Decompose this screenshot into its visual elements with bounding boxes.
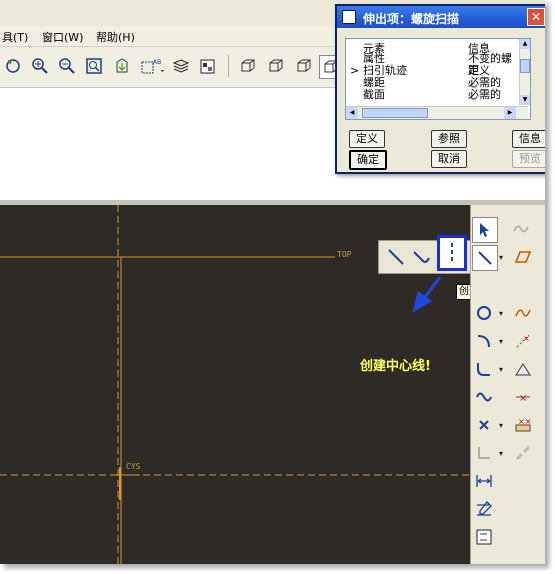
modify-icon[interactable] xyxy=(472,497,496,521)
arc-icon[interactable] xyxy=(472,329,496,353)
scroll-up-icon[interactable]: ▲ xyxy=(520,39,530,49)
line-tool-dropdown-icon[interactable]: ▾ xyxy=(499,253,503,262)
mirror-icon[interactable]: ×× xyxy=(511,413,535,437)
svg-text:××: ×× xyxy=(518,417,531,426)
horizontal-scrollbar[interactable]: ◀ ▶ xyxy=(346,106,528,119)
line-flyout xyxy=(378,235,472,274)
point-dropdown-icon[interactable]: ▾ xyxy=(499,421,503,430)
scroll-down-icon[interactable]: ▼ xyxy=(520,95,530,105)
list-item[interactable]: 截面 必需的 xyxy=(346,89,521,101)
line-icon[interactable] xyxy=(385,246,407,268)
fillet-dropdown-icon[interactable]: ▾ xyxy=(499,365,503,374)
sketch-orient-icon[interactable] xyxy=(111,55,133,77)
define-button[interactable]: 定义 xyxy=(349,130,385,148)
scroll-left-icon[interactable]: ◀ xyxy=(346,107,358,119)
layers-icon[interactable] xyxy=(170,55,192,77)
annotation-text: 创建中心线! xyxy=(360,359,431,374)
info-button[interactable]: 信息 xyxy=(512,130,545,148)
pointer-arrowhead xyxy=(412,291,432,313)
cys-label: CYS xyxy=(126,462,141,471)
svg-text:×: × xyxy=(523,334,530,343)
tangent-line-icon[interactable] xyxy=(411,246,433,268)
ok-button[interactable]: 确定 xyxy=(349,150,387,170)
arc-dropdown-icon[interactable]: ▾ xyxy=(499,337,503,346)
fillet-icon[interactable] xyxy=(472,357,496,381)
point-icon[interactable] xyxy=(472,413,496,437)
coordinate-dropdown-icon[interactable]: ▾ xyxy=(499,449,503,458)
sketcher-toolbar: ▾ ▾ ▾ × ▾ × ▾ ×× ▾ xyxy=(470,205,545,564)
measure-icon[interactable] xyxy=(511,357,535,381)
cube-wireframe-icon[interactable] xyxy=(237,55,259,77)
toolbar-separator xyxy=(228,55,229,77)
model-tree-icon[interactable] xyxy=(197,55,219,77)
scroll-right-icon[interactable]: ▶ xyxy=(504,107,516,119)
refer-button[interactable]: 参照 xyxy=(431,130,467,148)
select-arrow-icon[interactable] xyxy=(472,217,498,243)
parallelogram-icon[interactable] xyxy=(511,245,535,269)
circle-dropdown-icon[interactable]: ▾ xyxy=(499,309,503,318)
row-marker: > xyxy=(350,64,360,77)
spline-disabled-icon xyxy=(509,217,533,241)
cube-no-hidden-icon[interactable] xyxy=(293,55,315,77)
elements-list[interactable]: 元素 信息 属性 不变的螺距 > 扫引轨迹 定义 螺距 必需的 截面 必需的 ▲… xyxy=(345,38,531,120)
dialog-icon xyxy=(342,10,356,24)
svg-text:×: × xyxy=(519,393,527,404)
constraint-icon[interactable] xyxy=(472,525,496,549)
pointer-arrow xyxy=(423,276,442,298)
close-icon[interactable]: ✕ xyxy=(527,8,545,26)
zoom-in-icon[interactable] xyxy=(29,55,51,77)
centerline-icon[interactable] xyxy=(437,235,467,271)
cube-hidden-icon[interactable] xyxy=(265,55,287,77)
row-info: 必需的 xyxy=(468,88,501,101)
curve-icon[interactable] xyxy=(472,385,496,409)
helical-sweep-dialog: 伸出项：螺旋扫描 ✕ 元素 信息 属性 不变的螺距 > 扫引轨迹 定义 螺距 必… xyxy=(335,4,545,174)
top-datum-label: TOP xyxy=(337,250,352,259)
dialog-title: 伸出项：螺旋扫描 xyxy=(363,12,460,26)
app-window: 具(T) 窗口(W) 帮助(H) AB TOP CYS 创建中心线! ▾ ▾ ▾… xyxy=(0,0,545,564)
trim-icon[interactable]: × xyxy=(511,385,535,409)
dialog-titlebar: 伸出项：螺旋扫描 ✕ xyxy=(337,6,545,28)
dimension-icon[interactable] xyxy=(472,469,496,493)
horizontal-scroll-thumb[interactable] xyxy=(362,108,428,118)
line-tool-icon[interactable] xyxy=(472,245,498,271)
delete-segment-icon[interactable]: × xyxy=(511,329,535,353)
svg-text:AB: AB xyxy=(153,59,161,66)
row-element: 截面 xyxy=(363,88,385,101)
refit-icon[interactable] xyxy=(83,55,105,77)
menu-window[interactable]: 窗口(W) xyxy=(42,29,83,45)
preview-button: 预览 xyxy=(512,150,545,168)
chain-disabled-icon xyxy=(511,441,535,465)
menu-tools[interactable]: 具(T) xyxy=(2,29,28,45)
zoom-out-icon[interactable] xyxy=(56,55,78,77)
regenerate-icon[interactable] xyxy=(2,55,24,77)
scroll-thumb[interactable] xyxy=(520,59,530,73)
menu-help[interactable]: 帮助(H) xyxy=(96,29,135,45)
spline-icon[interactable] xyxy=(511,301,535,325)
coordinate-system-icon[interactable] xyxy=(472,441,496,465)
saved-view-icon[interactable]: AB xyxy=(139,55,169,77)
circle-icon[interactable] xyxy=(472,301,496,325)
cancel-button[interactable]: 取消 xyxy=(431,150,467,168)
vertical-scrollbar[interactable]: ▲ ▼ xyxy=(519,39,530,105)
